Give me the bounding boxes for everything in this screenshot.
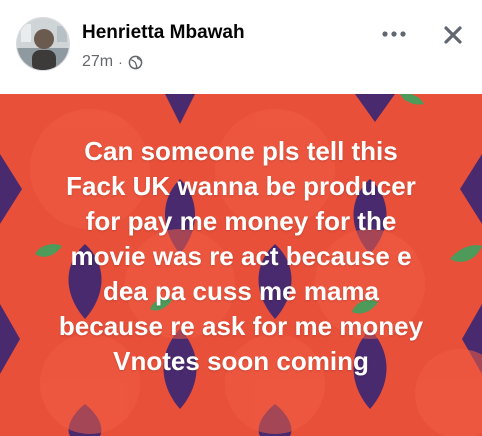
meta-separator: · (118, 54, 123, 70)
post-text-line: Fack UK wanna be producer (66, 171, 416, 201)
post-text: Can someone pls tell this Fack UK wanna … (0, 134, 482, 379)
post-text-line: movie was re act because e (70, 241, 412, 271)
facebook-post: Henrietta Mbawah 27m · Can someone pls t… (0, 0, 482, 436)
timestamp[interactable]: 27m (82, 53, 113, 71)
globe-icon (128, 55, 143, 70)
close-icon[interactable] (436, 18, 470, 52)
author-name[interactable]: Henrietta Mbawah (82, 22, 245, 44)
post-text-line: for pay me money for the (85, 206, 397, 236)
post-text-line: dea pa cuss me mama (102, 276, 380, 306)
avatar[interactable] (16, 17, 70, 71)
post-text-line: Vnotes soon coming (113, 346, 369, 376)
post-header: Henrietta Mbawah 27m · (0, 0, 482, 94)
post-meta: 27m · (82, 53, 143, 71)
post-text-line: because re ask for me money (58, 311, 424, 341)
post-text-line: Can someone pls tell this (84, 136, 398, 166)
more-options-icon[interactable] (378, 22, 410, 46)
